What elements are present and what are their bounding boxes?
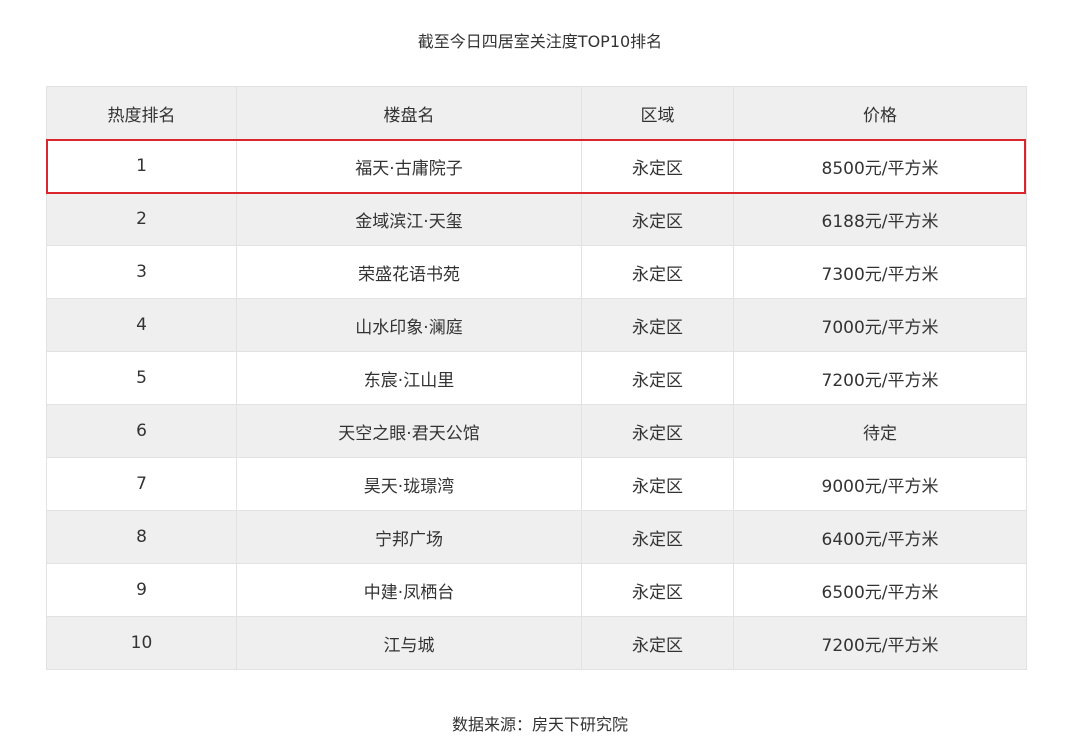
cell-rank: 7 bbox=[46, 457, 237, 511]
cell-rank: 10 bbox=[46, 616, 237, 670]
cell-rank: 8 bbox=[46, 510, 237, 564]
cell-district: 永定区 bbox=[581, 192, 734, 246]
cell-rank: 1 bbox=[46, 139, 237, 193]
cell-name: 中建·凤栖台 bbox=[236, 563, 582, 617]
cell-name: 金域滨江·天玺 bbox=[236, 192, 582, 246]
header-district: 区域 bbox=[581, 86, 734, 140]
cell-rank: 3 bbox=[46, 245, 237, 299]
cell-price: 7000元/平方米 bbox=[733, 298, 1027, 352]
table-row: 3 荣盛花语书苑 永定区 7300元/平方米 bbox=[46, 245, 1027, 299]
cell-district: 永定区 bbox=[581, 298, 734, 352]
page-title: 截至今日四居室关注度TOP10排名 bbox=[417, 32, 663, 51]
cell-price: 8500元/平方米 bbox=[733, 139, 1027, 193]
cell-price: 6500元/平方米 bbox=[733, 563, 1027, 617]
cell-price: 7200元/平方米 bbox=[733, 616, 1027, 670]
cell-name: 福天·古庸院子 bbox=[236, 139, 582, 193]
cell-name: 荣盛花语书苑 bbox=[236, 245, 582, 299]
table-row: 10 江与城 永定区 7200元/平方米 bbox=[46, 616, 1027, 670]
table-row: 6 天空之眼·君天公馆 永定区 待定 bbox=[46, 404, 1027, 458]
cell-rank: 6 bbox=[46, 404, 237, 458]
cell-rank: 5 bbox=[46, 351, 237, 405]
cell-name: 宁邦广场 bbox=[236, 510, 582, 564]
cell-name: 天空之眼·君天公馆 bbox=[236, 404, 582, 458]
cell-district: 永定区 bbox=[581, 139, 734, 193]
cell-price: 7200元/平方米 bbox=[733, 351, 1027, 405]
cell-price: 7300元/平方米 bbox=[733, 245, 1027, 299]
header-price: 价格 bbox=[733, 86, 1027, 140]
cell-district: 永定区 bbox=[581, 245, 734, 299]
table-row: 8 宁邦广场 永定区 6400元/平方米 bbox=[46, 510, 1027, 564]
table-row: 7 昊天·珑璟湾 永定区 9000元/平方米 bbox=[46, 457, 1027, 511]
cell-district: 永定区 bbox=[581, 510, 734, 564]
cell-rank: 4 bbox=[46, 298, 237, 352]
table-row: 9 中建·凤栖台 永定区 6500元/平方米 bbox=[46, 563, 1027, 617]
cell-name: 昊天·珑璟湾 bbox=[236, 457, 582, 511]
header-rank: 热度排名 bbox=[46, 86, 237, 140]
cell-district: 永定区 bbox=[581, 563, 734, 617]
cell-district: 永定区 bbox=[581, 404, 734, 458]
cell-rank: 2 bbox=[46, 192, 237, 246]
table-header-row: 热度排名 楼盘名 区域 价格 bbox=[46, 86, 1027, 140]
cell-price: 9000元/平方米 bbox=[733, 457, 1027, 511]
cell-name: 江与城 bbox=[236, 616, 582, 670]
table-row: 1 福天·古庸院子 永定区 8500元/平方米 bbox=[46, 139, 1027, 193]
cell-price: 待定 bbox=[733, 404, 1027, 458]
cell-price: 6400元/平方米 bbox=[733, 510, 1027, 564]
ranking-table: 热度排名 楼盘名 区域 价格 1 福天·古庸院子 永定区 8500元/平方米 2… bbox=[46, 86, 1027, 670]
table-row: 2 金域滨江·天玺 永定区 6188元/平方米 bbox=[46, 192, 1027, 246]
data-source-note: 数据来源：房天下研究院 bbox=[451, 715, 628, 734]
cell-price: 6188元/平方米 bbox=[733, 192, 1027, 246]
cell-district: 永定区 bbox=[581, 351, 734, 405]
cell-district: 永定区 bbox=[581, 616, 734, 670]
table-row: 5 东宸·江山里 永定区 7200元/平方米 bbox=[46, 351, 1027, 405]
cell-district: 永定区 bbox=[581, 457, 734, 511]
cell-rank: 9 bbox=[46, 563, 237, 617]
cell-name: 东宸·江山里 bbox=[236, 351, 582, 405]
table-row: 4 山水印象·澜庭 永定区 7000元/平方米 bbox=[46, 298, 1027, 352]
header-name: 楼盘名 bbox=[236, 86, 582, 140]
cell-name: 山水印象·澜庭 bbox=[236, 298, 582, 352]
